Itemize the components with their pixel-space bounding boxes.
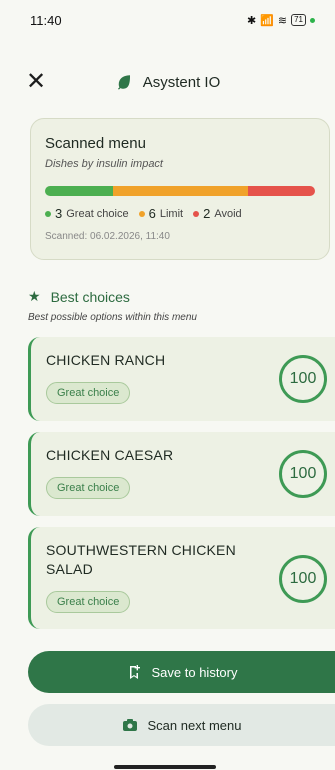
great-dot-icon [45,210,51,217]
impact-bar-great [45,186,113,196]
app-title-text: Asystent IO [142,73,221,91]
legend-limit: 6 Limit [138,206,184,221]
scanned-menu-card: Scanned menu Dishes by insulin impact 3 … [30,118,330,260]
bluetooth-icon: ✱ [246,14,257,27]
legend-avoid-label: Avoid [214,207,242,220]
dish-name: SOUTHWESTERN CHICKEN SALAD [46,542,236,577]
wifi-icon: ≋ [277,14,288,27]
scan-button-label: Scan next menu [147,717,242,733]
impact-bar-limit [112,186,248,196]
close-button[interactable]: ✕ [24,70,48,94]
battery-icon: 71 [291,14,306,26]
scan-next-menu-button[interactable]: Scan next menu [28,704,335,746]
great-choice-badge: Great choice [46,477,131,499]
dish-card[interactable]: SOUTHWESTERN CHICKEN SALAD Great choice … [28,527,335,629]
signal-icon: 📶 [260,14,274,27]
dish-name: CHICKEN CAESAR [46,447,174,463]
impact-bar-avoid [247,186,315,196]
great-choice-badge: Great choice [46,591,131,613]
phone-screen: 11:40 ✱ 📶 ≋ 71 ✕ Asystent IO Scanned men… [0,0,335,770]
score-ring: 100 [279,555,327,603]
legend-avoid-count: 2 [203,206,211,221]
summary-title: Scanned menu [45,135,146,152]
impact-bar [45,186,315,196]
section-subtitle: Best possible options within this menu [28,312,197,323]
status-icons: ✱ 📶 ≋ 71 [247,14,315,27]
save-to-history-button[interactable]: Save to history [28,651,335,693]
score-ring: 100 [279,355,327,403]
legend-great-label: Great choice [66,207,129,220]
scanned-timestamp: Scanned: 06.02.2026, 11:40 [45,231,170,242]
summary-subtitle: Dishes by insulin impact [45,158,163,170]
dish-card[interactable]: CHICKEN CAESAR Great choice 100 [28,432,335,516]
app-header: ✕ Asystent IO [0,60,335,104]
impact-legend: 3 Great choice 6 Limit 2 Avoid [45,206,315,221]
star-icon: ★ [28,288,41,304]
leaf-icon [117,75,130,90]
dish-name: CHICKEN RANCH [46,352,166,368]
legend-limit-label: Limit [159,207,184,220]
dish-card[interactable]: CHICKEN RANCH Great choice 100 [28,337,335,421]
notification-dot-icon [310,17,315,23]
status-time: 11:40 [30,12,62,28]
great-choice-badge: Great choice [46,382,131,404]
legend-great-count: 3 [55,206,63,221]
score-ring: 100 [279,450,327,498]
home-indicator[interactable] [114,765,216,769]
save-button-label: Save to history [151,664,238,680]
legend-avoid: 2 Avoid [193,206,242,221]
avoid-dot-icon [193,210,200,217]
section-title: Best choices [50,288,130,305]
limit-dot-icon [138,210,145,217]
bookmark-add-icon [129,665,140,679]
camera-icon [122,719,137,731]
status-bar: 11:40 ✱ 📶 ≋ 71 [0,0,335,40]
legend-limit-count: 6 [148,206,156,221]
app-title: Asystent IO [115,73,221,91]
close-icon: ✕ [25,68,47,95]
legend-great: 3 Great choice [45,206,129,221]
best-choices-heading: ★ Best choices [28,288,130,305]
